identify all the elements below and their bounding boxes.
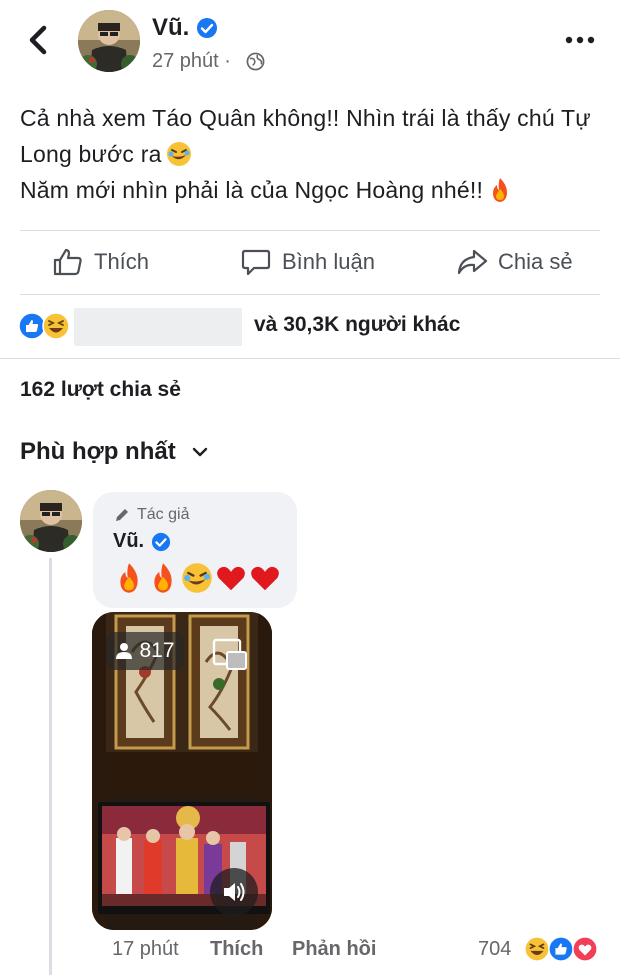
comment-like-button[interactable]: Thích xyxy=(210,938,263,961)
comment-sort-dropdown[interactable]: Phù hợp nhất xyxy=(20,438,210,466)
comment-video[interactable]: 817 xyxy=(92,612,272,930)
share-count[interactable]: 162 lượt chia sẻ xyxy=(20,378,181,402)
reactor-names-redacted xyxy=(74,308,242,346)
comment-reply-button[interactable]: Phản hồi xyxy=(292,938,376,961)
comment-bubble: Tác giả Vũ. xyxy=(93,492,297,608)
speaker-icon xyxy=(224,883,245,901)
post-action-bar: Thích Bình luận Chia sẻ xyxy=(0,232,620,292)
chevron-left-icon xyxy=(29,25,47,55)
rofl-emoji-icon xyxy=(182,563,212,593)
post-timestamp[interactable]: 27 phút · xyxy=(152,50,231,73)
post-line-2: Năm mới nhìn phải là của Ngọc Hoàng nhé!… xyxy=(20,172,610,208)
fire-emoji-icon xyxy=(493,178,508,202)
post-body: Cả nhà xem Táo Quân không!! Nhìn trái là… xyxy=(20,100,610,208)
fire-emoji-icon xyxy=(120,563,138,593)
author-name[interactable]: Vũ. xyxy=(152,14,189,42)
comment-button[interactable]: Bình luận xyxy=(240,246,375,278)
back-button[interactable] xyxy=(22,22,56,58)
reactions-summary[interactable]: và 30,3K người khác xyxy=(18,308,608,346)
comment-footer: 17 phút Thích Phản hồi 704 xyxy=(0,936,620,966)
more-options-button[interactable] xyxy=(562,28,598,52)
commenter-avatar[interactable] xyxy=(20,490,82,552)
globe-icon xyxy=(246,52,265,71)
comment-reaction-count[interactable]: 704 xyxy=(478,938,511,961)
post-header: Vũ. 27 phút · xyxy=(0,0,620,90)
rofl-emoji-icon xyxy=(166,142,191,166)
divider xyxy=(20,230,600,231)
live-viewer-count: 817 xyxy=(106,632,184,670)
person-icon xyxy=(116,643,133,659)
author-tag: Tác giả xyxy=(113,506,189,524)
commenter-name[interactable]: Vũ. xyxy=(113,530,144,553)
comment-timestamp[interactable]: 17 phút xyxy=(112,938,179,961)
verified-badge-icon xyxy=(151,532,171,552)
divider xyxy=(0,358,620,359)
picture-in-picture-icon[interactable] xyxy=(210,634,250,674)
divider xyxy=(20,294,600,295)
haha-reaction-icon xyxy=(42,312,70,340)
author-avatar[interactable] xyxy=(78,10,140,72)
like-button[interactable]: Thích xyxy=(52,246,149,278)
like-reaction-icon xyxy=(548,936,574,962)
pencil-icon xyxy=(116,509,128,521)
speech-bubble-icon xyxy=(241,249,271,276)
thumbs-up-icon xyxy=(53,248,82,276)
share-arrow-icon xyxy=(457,249,488,275)
share-button[interactable]: Chia sẻ xyxy=(456,246,573,278)
sound-toggle-button[interactable] xyxy=(210,868,258,916)
comment-emojis xyxy=(113,562,281,594)
chevron-down-icon xyxy=(192,447,207,457)
comment-thread-line xyxy=(49,558,52,975)
haha-reaction-icon xyxy=(524,936,550,962)
heart-emoji-icon xyxy=(251,566,279,591)
verified-badge-icon xyxy=(197,18,217,38)
heart-emoji-icon xyxy=(217,566,245,591)
love-reaction-icon xyxy=(572,936,598,962)
more-dots-icon xyxy=(565,36,595,44)
reaction-count-text: và 30,3K người khác xyxy=(254,313,461,336)
fire-emoji-icon xyxy=(154,563,172,593)
post-line-1: Cả nhà xem Táo Quân không!! Nhìn trái là… xyxy=(20,105,591,167)
